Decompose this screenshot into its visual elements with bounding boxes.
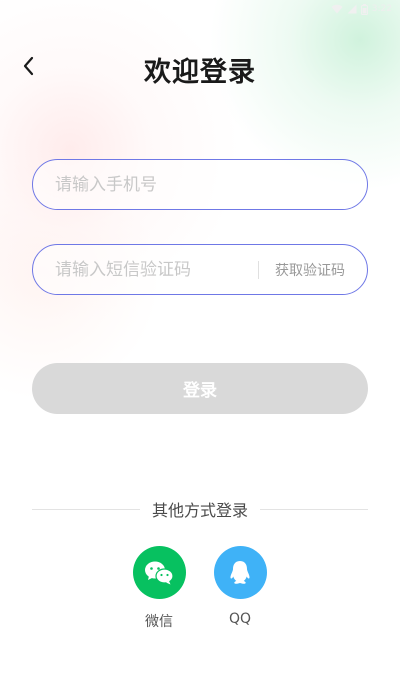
sms-code-field[interactable]: 获取验证码 [32, 244, 368, 295]
phone-input[interactable] [33, 160, 367, 209]
signal-icon [347, 4, 357, 14]
divider-left [32, 508, 140, 510]
wechat-icon[interactable] [132, 546, 186, 599]
wifi-icon [331, 4, 343, 14]
other-login-header: 其他方式登录 [32, 497, 369, 521]
page-title: 欢迎登录 [144, 57, 256, 88]
qq-label: QQ [228, 611, 252, 627]
wechat-label: 微信 [145, 614, 173, 630]
other-login-title: 其他方式登录 [152, 501, 249, 520]
status-bar: 3:22 [0, 0, 400, 18]
wechat-login-button[interactable]: 微信 [129, 546, 189, 631]
battery-icon [360, 3, 368, 15]
phone-field[interactable] [32, 159, 368, 210]
qq-login-button[interactable]: QQ [210, 546, 270, 627]
background-gradient [0, 0, 400, 690]
status-time: 3:22 [371, 4, 392, 14]
login-button[interactable]: 登录 [32, 363, 368, 414]
divider-right [260, 508, 369, 510]
qq-icon[interactable] [213, 546, 267, 599]
sms-code-input[interactable] [33, 245, 258, 294]
field-divider [258, 260, 259, 279]
get-code-button[interactable]: 获取验证码 [275, 260, 367, 280]
